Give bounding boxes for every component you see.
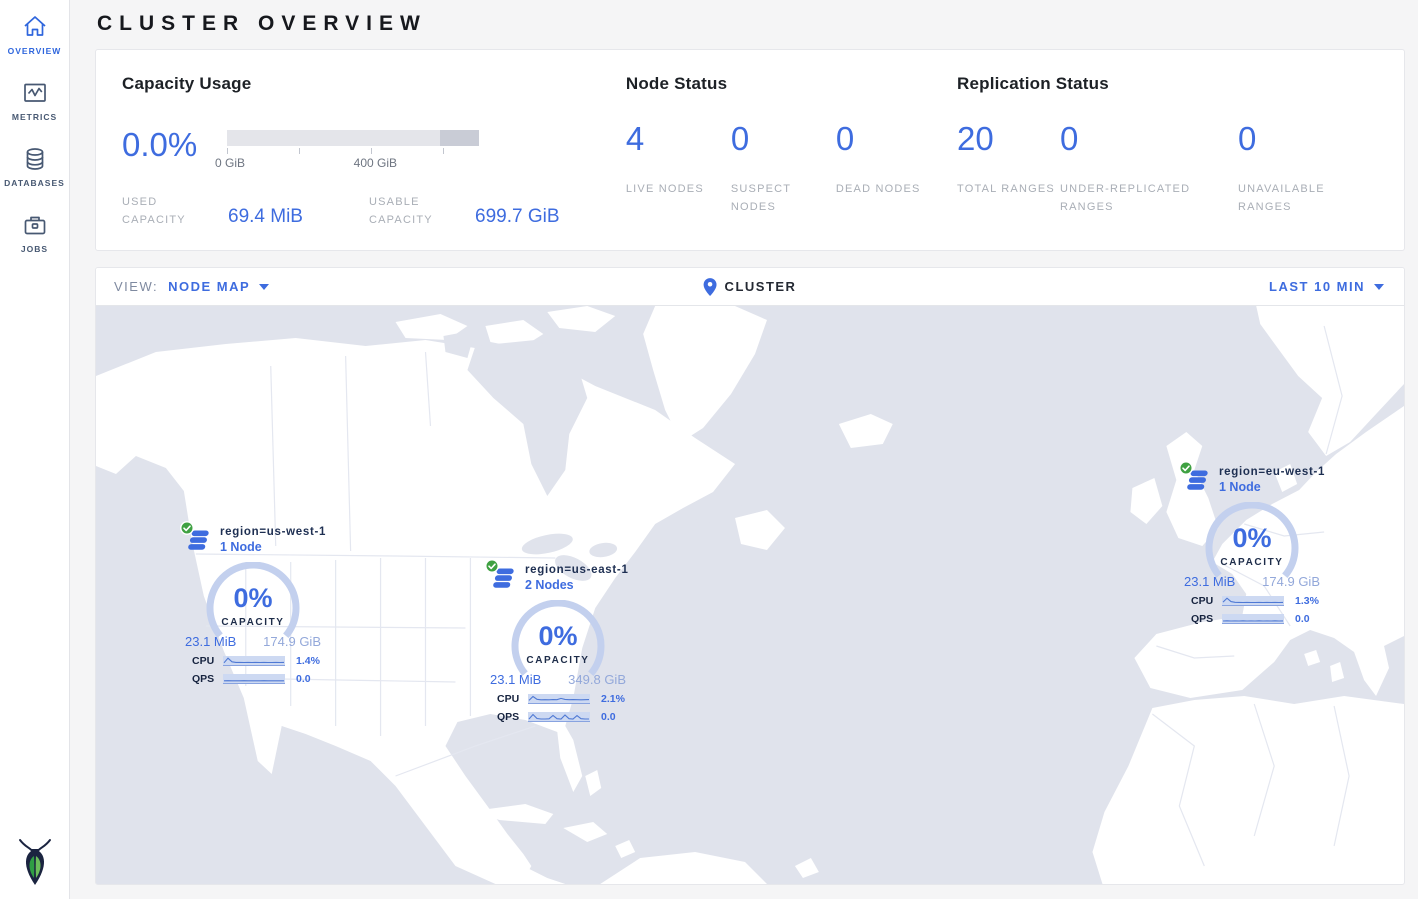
unavailable-ranges-stat: 0 UNAVAILABLE RANGES [1238, 122, 1378, 216]
map-node-us-west-1[interactable]: region=us-west-1 1 Node 0% CAPACITY 23.1… [178, 526, 328, 685]
cluster-summary-card: Capacity Usage 0.0% 0 GiB 400 GiB USED C… [95, 49, 1405, 251]
suspect-nodes-stat: 0 SUSPECT NODES [731, 122, 836, 216]
sidebar-item-label: JOBS [0, 244, 69, 254]
gauge-percent: 0% [1204, 523, 1300, 554]
metrics-icon [22, 80, 48, 106]
axis-tick-label: 400 GiB [354, 156, 397, 170]
world-map: region=us-west-1 1 Node 0% CAPACITY 23.1… [96, 306, 1404, 884]
panel-title: Capacity Usage [122, 74, 626, 94]
sidebar-item-label: OVERVIEW [0, 46, 69, 56]
node-healthy-check-icon [1179, 461, 1193, 480]
sidebar-item-metrics[interactable]: METRICS [0, 66, 69, 132]
node-healthy-check-icon [180, 521, 194, 540]
node-count-link[interactable]: 2 Nodes [525, 578, 629, 592]
gauge-label: CAPACITY [1204, 557, 1300, 568]
capacity-gauge: 0% CAPACITY [205, 562, 301, 644]
sidebar-item-label: DATABASES [0, 178, 69, 188]
home-icon [22, 14, 48, 40]
cpu-sparkline [1222, 596, 1284, 606]
view-value: NODE MAP [168, 279, 250, 294]
under-replicated-ranges-stat: 0 UNDER-REPLICATED RANGES [1060, 122, 1238, 216]
usable-capacity-stat: USABLE CAPACITY 699.7 GiB [369, 193, 616, 229]
time-range-label: LAST 10 MIN [1269, 279, 1365, 294]
dead-nodes-stat: 0 DEAD NODES [836, 122, 941, 216]
time-range-selector[interactable]: LAST 10 MIN [1269, 279, 1384, 294]
cockroach-icon [18, 838, 52, 886]
node-map-card: VIEW: NODE MAP CLUSTER LAST 10 MIN [95, 267, 1405, 885]
chevron-down-icon [1374, 284, 1384, 290]
sidebar-item-databases[interactable]: DATABASES [0, 132, 69, 198]
view-selector[interactable]: VIEW: NODE MAP [114, 279, 269, 294]
qps-sparkline [1222, 614, 1284, 624]
node-region-label: region=us-west-1 [220, 526, 326, 538]
capacity-percent: 0.0% [122, 128, 227, 170]
briefcase-icon [22, 212, 48, 238]
sidebar-item-overview[interactable]: OVERVIEW [0, 0, 69, 66]
capacity-axis-ticks [227, 148, 479, 156]
gauge-percent: 0% [510, 621, 606, 652]
map-node-eu-west-1[interactable]: region=eu-west-1 1 Node 0% CAPACITY 23.1… [1177, 466, 1327, 625]
view-label: VIEW: [114, 279, 158, 294]
node-status-panel: Node Status 4 LIVE NODES 0 SUSPECT NODES… [626, 74, 957, 250]
capacity-bar-unusable-segment [440, 130, 479, 146]
live-nodes-stat: 4 LIVE NODES [626, 122, 731, 216]
location-pin-icon [704, 278, 717, 296]
gauge-percent: 0% [205, 583, 301, 614]
cockroachdb-logo[interactable] [18, 838, 52, 891]
gauge-label: CAPACITY [205, 617, 301, 628]
capacity-gauge: 0% CAPACITY [510, 600, 606, 682]
qps-metric-row: QPS 0.0 [192, 672, 328, 685]
node-region-label: region=us-east-1 [525, 564, 629, 576]
capacity-gauge: 0% CAPACITY [1204, 502, 1300, 584]
qps-sparkline [223, 674, 285, 684]
sidebar-item-jobs[interactable]: JOBS [0, 198, 69, 264]
cpu-metric-row: CPU 1.4% [192, 654, 328, 667]
cpu-metric-row: CPU 2.1% [497, 692, 633, 705]
map-toolbar: VIEW: NODE MAP CLUSTER LAST 10 MIN [96, 268, 1404, 306]
capacity-usage-panel: Capacity Usage 0.0% 0 GiB 400 GiB USED C… [122, 74, 626, 250]
replication-status-panel: Replication Status 20 TOTAL RANGES 0 UND… [957, 74, 1378, 250]
qps-metric-row: QPS 0.0 [1191, 612, 1327, 625]
sidebar-nav: OVERVIEW METRICS DATABASES JOBS [0, 0, 69, 264]
panel-title: Node Status [626, 74, 957, 94]
chevron-down-icon [259, 284, 269, 290]
node-region-label: region=eu-west-1 [1219, 466, 1325, 478]
used-capacity-stat: USED CAPACITY 69.4 MiB [122, 193, 369, 229]
axis-tick-label: 0 GiB [215, 156, 245, 170]
sidebar: OVERVIEW METRICS DATABASES JOBS [0, 0, 70, 899]
qps-sparkline [528, 712, 590, 722]
main-content: CLUSTER OVERVIEW Capacity Usage 0.0% 0 G… [70, 0, 1418, 899]
panel-title: Replication Status [957, 74, 1378, 94]
sidebar-item-label: METRICS [0, 112, 69, 122]
map-node-us-east-1[interactable]: region=us-east-1 2 Nodes 0% CAPACITY 23.… [483, 564, 633, 723]
capacity-bar: 0 GiB 400 GiB [227, 130, 479, 170]
cpu-metric-row: CPU 1.3% [1191, 594, 1327, 607]
qps-metric-row: QPS 0.0 [497, 710, 633, 723]
map-breadcrumb[interactable]: CLUSTER [704, 278, 797, 296]
node-healthy-check-icon [485, 559, 499, 578]
cpu-sparkline [528, 694, 590, 704]
cpu-sparkline [223, 656, 285, 666]
node-count-link[interactable]: 1 Node [1219, 480, 1325, 494]
breadcrumb-label: CLUSTER [725, 279, 797, 294]
database-icon [22, 146, 48, 172]
page-title: CLUSTER OVERVIEW [97, 12, 1405, 36]
gauge-label: CAPACITY [510, 655, 606, 666]
node-count-link[interactable]: 1 Node [220, 540, 326, 554]
total-ranges-stat: 20 TOTAL RANGES [957, 122, 1060, 216]
